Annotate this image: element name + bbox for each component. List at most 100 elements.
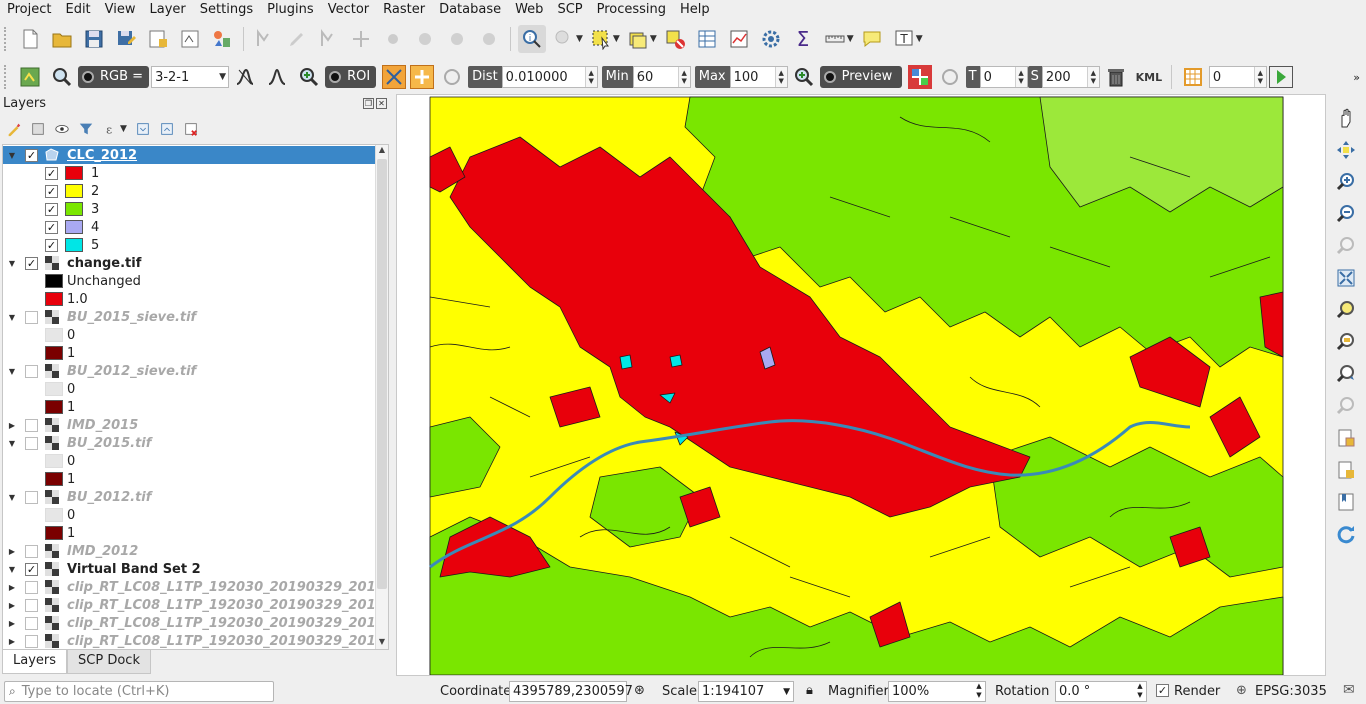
legend-class-checkbox[interactable]: ✓ <box>45 220 58 234</box>
text-annotation-icon[interactable]: T <box>890 25 918 53</box>
layer-visibility-checkbox[interactable] <box>25 436 38 450</box>
legend-item[interactable]: ✓ 3 <box>3 200 375 218</box>
new-layout-icon[interactable] <box>144 25 172 53</box>
expand-all-icon[interactable] <box>133 119 153 139</box>
new-project-icon[interactable] <box>16 25 44 53</box>
layer-visibility-checkbox[interactable] <box>25 418 38 432</box>
preview-toggle[interactable]: Preview <box>819 66 902 88</box>
layer-visibility-checkbox[interactable]: ✓ <box>25 562 38 576</box>
pointer-preview-icon[interactable] <box>907 65 932 89</box>
chevron-right-icon[interactable]: ▶ <box>7 601 17 610</box>
zoom-in-icon[interactable] <box>1332 168 1360 196</box>
chevron-down-icon[interactable]: ▼ <box>7 565 17 574</box>
deselect-all-icon[interactable] <box>661 25 689 53</box>
layer-visibility-checkbox[interactable] <box>25 580 38 594</box>
filter-legend-icon[interactable] <box>76 119 96 139</box>
legend-item[interactable]: 0 <box>3 506 375 524</box>
menu-settings[interactable]: Settings <box>193 0 260 20</box>
filter-expression-icon[interactable]: ε <box>100 119 120 139</box>
legend-item[interactable]: 1 <box>3 344 375 362</box>
zoom-last-icon[interactable] <box>1332 360 1360 388</box>
chevron-down-icon[interactable]: ▼ <box>613 34 620 44</box>
legend-item[interactable]: 1.0 <box>3 290 375 308</box>
messages-icon[interactable]: ✉ <box>1343 682 1355 698</box>
zoom-full-icon[interactable] <box>1332 264 1360 292</box>
layer-visibility-checkbox[interactable] <box>25 634 38 648</box>
legend-class-checkbox[interactable]: ✓ <box>45 238 58 252</box>
chevron-down-icon[interactable]: ▼ <box>916 34 923 44</box>
close-panel-icon[interactable]: ✕ <box>376 98 387 109</box>
create-roi-icon[interactable] <box>382 65 407 89</box>
chevron-down-icon[interactable]: ▼ <box>7 439 17 448</box>
band-spinbox[interactable]: 0 ▲ ▼ <box>1208 66 1267 88</box>
add-feature-icon[interactable] <box>315 25 343 53</box>
menu-raster[interactable]: Raster <box>376 0 432 20</box>
vertex-tool-icon[interactable] <box>379 25 407 53</box>
chevron-down-icon[interactable]: ▼ <box>120 124 127 134</box>
edit-pencil-icon[interactable] <box>283 25 311 53</box>
zoom-to-selection-icon[interactable] <box>1332 296 1360 324</box>
toolbar-grip[interactable] <box>4 27 10 51</box>
toggle-extents-icon[interactable]: ⊛ <box>634 683 645 698</box>
layer-item[interactable]: ▼ BU_2012_sieve.tif <box>3 362 375 380</box>
coordinate-field[interactable]: 4395789,2300597 <box>509 681 633 702</box>
pan-icon[interactable] <box>1332 104 1360 132</box>
refresh-icon[interactable] <box>1332 520 1360 548</box>
render-checkbox[interactable]: ✓ <box>1156 684 1169 697</box>
zoom-native-icon[interactable] <box>1332 232 1360 260</box>
zoom-next-icon[interactable] <box>1332 392 1360 420</box>
layer-item[interactable]: ▼ BU_2015.tif <box>3 434 375 452</box>
layer-visibility-checkbox[interactable] <box>25 598 38 612</box>
legend-class-checkbox[interactable]: ✓ <box>45 166 58 180</box>
zoom-to-preview-icon[interactable] <box>790 63 818 91</box>
delete-feature-icon[interactable] <box>411 25 439 53</box>
menu-web[interactable]: Web <box>508 0 550 20</box>
layer-visibility-checkbox[interactable]: ✓ <box>25 256 38 270</box>
map-tips-icon[interactable] <box>858 25 886 53</box>
roi-toggle[interactable]: ROI <box>325 66 377 88</box>
s-spinbox[interactable]: 200 ▲ ▼ <box>1041 66 1100 88</box>
layer-item[interactable]: ▶ IMD_2012 <box>3 542 375 560</box>
layer-visibility-checkbox[interactable]: ✓ <box>25 148 38 162</box>
copy-feature-icon[interactable] <box>475 25 503 53</box>
layer-visibility-checkbox[interactable] <box>25 616 38 630</box>
local-std-stretch-icon[interactable] <box>263 63 291 91</box>
digitize-icon[interactable] <box>251 25 279 53</box>
crs-label[interactable]: EPSG:3035 <box>1255 684 1327 699</box>
band-calc-icon[interactable] <box>1179 63 1207 91</box>
rgb-toggle[interactable]: RGB = <box>78 66 150 88</box>
legend-item[interactable]: Unchanged <box>3 272 375 290</box>
pan-to-selection-icon[interactable] <box>1332 136 1360 164</box>
chevron-down-icon[interactable]: ▼ <box>576 34 583 44</box>
layer-visibility-checkbox[interactable] <box>25 310 38 324</box>
attribute-table-icon[interactable] <box>693 25 721 53</box>
float-panel-icon[interactable]: ❐ <box>363 98 374 109</box>
zoom-to-roi-icon[interactable] <box>295 63 323 91</box>
menu-edit[interactable]: Edit <box>58 0 97 20</box>
menu-project[interactable]: Project <box>0 0 58 20</box>
legend-item[interactable]: 0 <box>3 326 375 344</box>
globe-icon[interactable]: ⊕ <box>1236 683 1247 698</box>
legend-item[interactable]: 0 <box>3 452 375 470</box>
menu-scp[interactable]: SCP <box>550 0 589 20</box>
legend-item[interactable]: ✓ 5 <box>3 236 375 254</box>
layer-item[interactable]: ▼ BU_2015_sieve.tif <box>3 308 375 326</box>
remove-temp-files-icon[interactable] <box>1102 63 1130 91</box>
chevron-down-icon[interactable]: ▼ <box>650 34 657 44</box>
legend-item[interactable]: ✓ 4 <box>3 218 375 236</box>
remove-layer-icon[interactable] <box>181 119 201 139</box>
layer-item[interactable]: ▼ BU_2012.tif <box>3 488 375 506</box>
menu-view[interactable]: View <box>98 0 143 20</box>
menu-plugins[interactable]: Plugins <box>260 0 321 20</box>
rgb-combo[interactable]: 3-2-1 ▼ <box>151 66 230 88</box>
spatial-bookmarks-icon[interactable] <box>1332 488 1360 516</box>
layer-style-icon[interactable] <box>4 119 24 139</box>
menu-processing[interactable]: Processing <box>590 0 673 20</box>
identify-icon[interactable]: i <box>518 25 546 53</box>
t-spinbox[interactable]: 0 ▲ ▼ <box>979 66 1028 88</box>
dist-spinbox[interactable]: 0.010000 ▲ ▼ <box>501 66 598 88</box>
locator-search-input[interactable]: ⌕ Type to locate (Ctrl+K) <box>4 681 274 702</box>
zoom-to-layer-icon[interactable] <box>1332 328 1360 356</box>
layer-item[interactable]: ▶ clip_RT_LC08_L1TP_192030_20190329_201..… <box>3 614 388 632</box>
layer-item[interactable]: ▼ ✓ CLC_2012 <box>3 146 375 164</box>
